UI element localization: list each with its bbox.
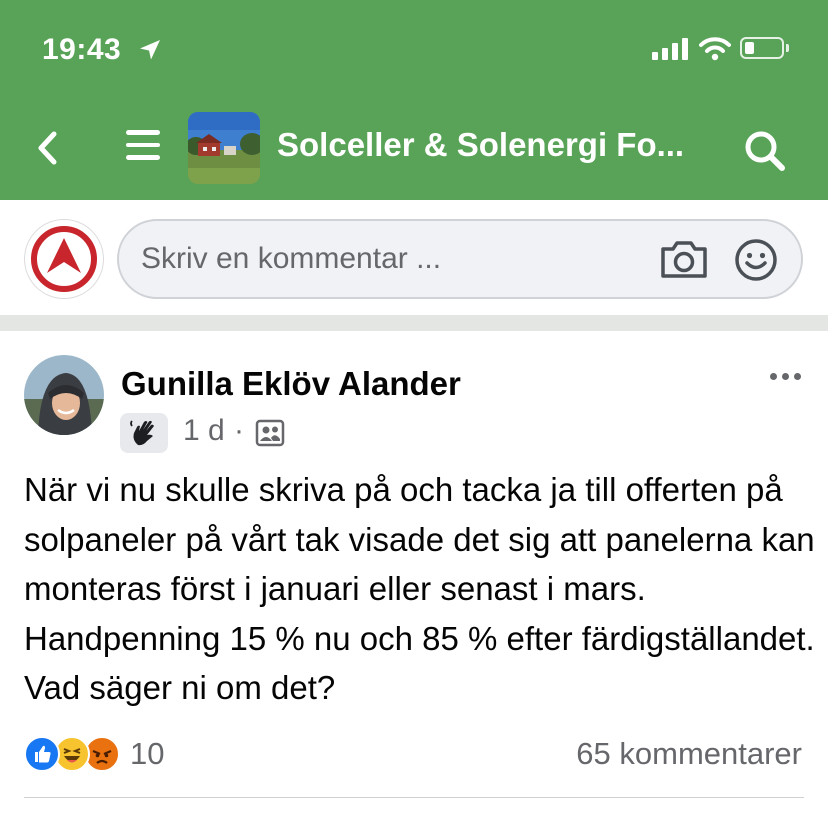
hamburger-menu-icon[interactable]: [126, 130, 162, 166]
comment-input[interactable]: Skriv en kommentar ...: [117, 219, 803, 299]
smiley-icon[interactable]: [733, 237, 779, 283]
group-cover-thumbnail[interactable]: [188, 112, 260, 184]
search-button[interactable]: [742, 128, 788, 172]
group-members-icon: [255, 419, 285, 447]
group-cover-image: [188, 112, 260, 184]
back-chevron-icon: [38, 131, 57, 165]
reactions-summary[interactable]: 10: [24, 736, 165, 772]
post-author-name[interactable]: Gunilla Eklöv Alander: [121, 365, 461, 403]
cellular-signal-icon: [652, 38, 688, 60]
location-arrow-icon: [140, 40, 160, 60]
meta-separator: ·: [234, 414, 244, 447]
current-user-avatar[interactable]: [24, 219, 104, 299]
post-more-options-icon[interactable]: [770, 368, 806, 384]
reaction-count: 10: [130, 736, 165, 771]
group-title[interactable]: Solceller & Solenergi Fo...: [277, 126, 684, 164]
waving-hand-icon: [130, 420, 154, 446]
wifi-icon: [699, 37, 731, 61]
back-button[interactable]: [30, 128, 66, 168]
author-avatar[interactable]: [24, 355, 104, 435]
like-reaction-icon: [24, 736, 60, 772]
comment-placeholder: Skriv en kommentar ...: [141, 242, 442, 275]
search-icon: [745, 131, 785, 171]
comments-count-link[interactable]: 65 kommentarer: [576, 736, 802, 772]
member-badge[interactable]: [120, 413, 168, 453]
status-time: 19:43: [42, 33, 122, 66]
user-logo-icon: [31, 226, 97, 292]
battery-icon: [740, 37, 789, 59]
group-header: 19:43 Solceller & Solenergi Fo...: [0, 0, 828, 200]
section-divider: [0, 315, 828, 331]
post-timestamp[interactable]: 1 d: [183, 414, 225, 448]
author-photo: [24, 355, 104, 435]
post-body-text: När vi nu skulle skriva på och tacka ja …: [24, 471, 815, 706]
post-footer-divider: [24, 797, 804, 798]
camera-icon[interactable]: [659, 237, 709, 281]
